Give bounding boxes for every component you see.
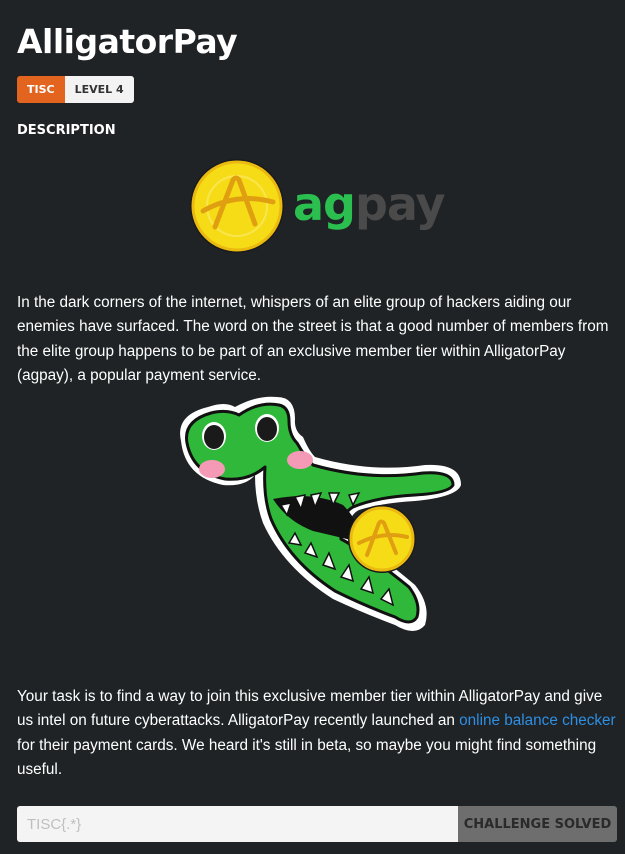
description-heading: DESCRIPTION <box>17 123 116 138</box>
agpay-logo: agpay <box>190 159 447 253</box>
challenge-solved-button[interactable]: CHALLENGE SOLVED <box>458 806 617 842</box>
challenge-tags: TISC LEVEL 4 <box>17 76 134 103</box>
svg-text:agpay: agpay <box>293 177 446 231</box>
category-badge: TISC <box>17 76 65 103</box>
flag-input[interactable] <box>17 806 458 842</box>
level-badge: LEVEL 4 <box>64 76 134 103</box>
coin-a-icon <box>190 159 284 253</box>
alligator-illustration <box>180 396 462 631</box>
online-balance-checker-link[interactable]: online balance checker <box>459 712 615 729</box>
description-paragraph-1: In the dark corners of the internet, whi… <box>17 294 609 384</box>
description-paragraph-2: Your task is to find a way to join this … <box>17 685 620 782</box>
logo-text-pay: pay <box>355 177 446 231</box>
coin-a-icon <box>348 505 416 573</box>
logo-text-ag: ag <box>293 177 355 231</box>
challenge-title: AlligatorPay <box>17 22 238 61</box>
paragraph-2-text-end: for their payment cards. We heard it's s… <box>17 736 597 778</box>
flag-submission-form: CHALLENGE SOLVED <box>17 806 617 842</box>
